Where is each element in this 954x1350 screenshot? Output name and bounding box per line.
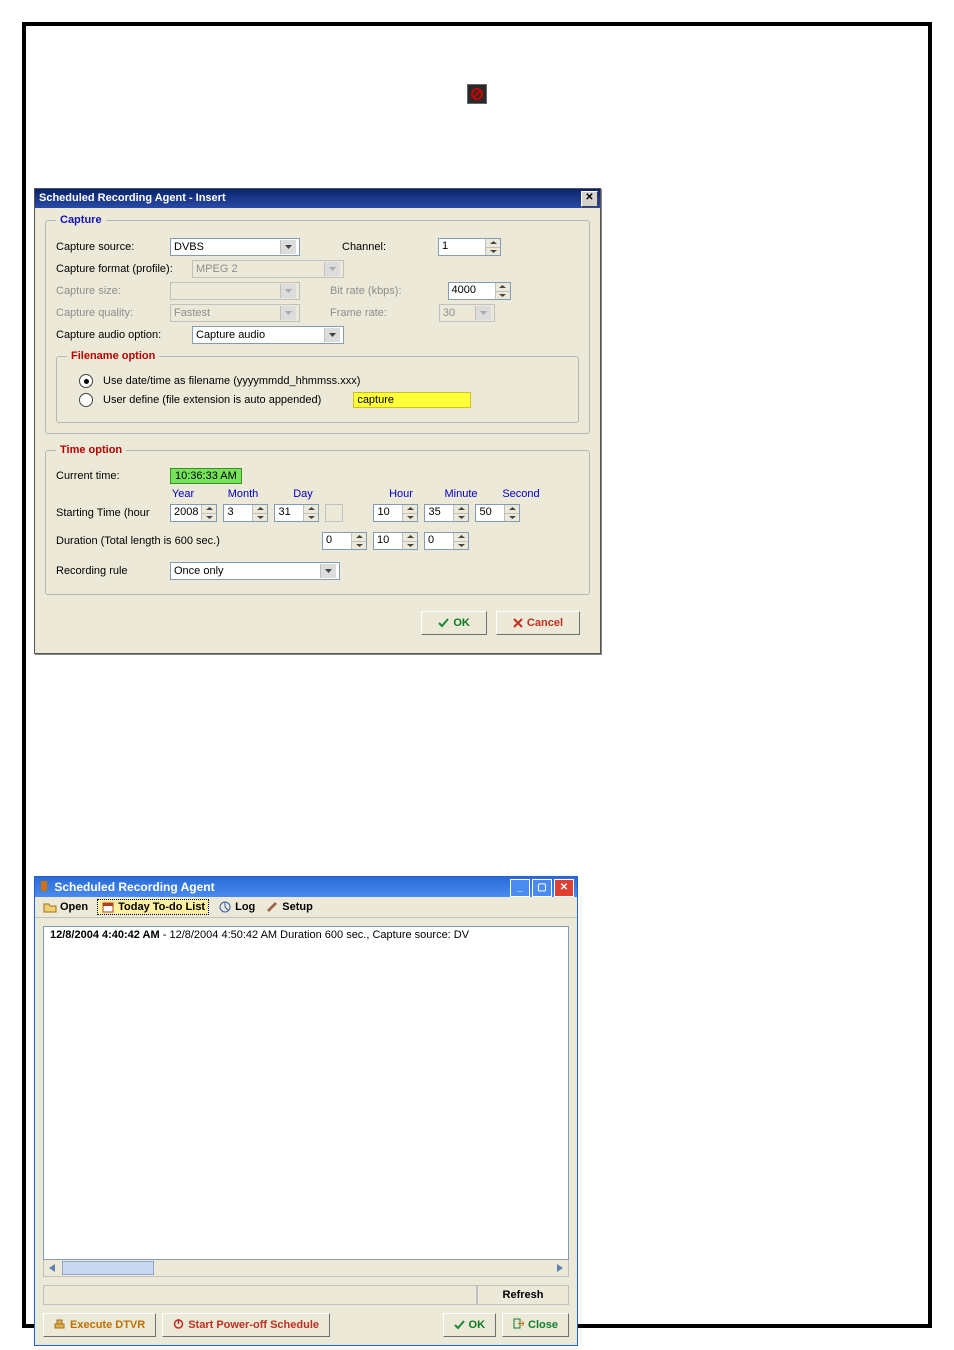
chevron-down-icon bbox=[475, 306, 491, 320]
tb-today[interactable]: Today To-do List bbox=[98, 900, 208, 914]
maximize-icon[interactable]: ▢ bbox=[532, 879, 552, 897]
refresh-button[interactable]: Refresh bbox=[477, 1285, 569, 1305]
ok-button-2[interactable]: OK bbox=[443, 1313, 497, 1337]
tb-open[interactable]: Open bbox=[43, 900, 88, 914]
schedule-list[interactable]: 12/8/2004 4:40:42 AM - 12/8/2004 4:50:42… bbox=[43, 926, 569, 1260]
chevron-down-icon bbox=[280, 306, 296, 320]
capture-size-combo bbox=[170, 282, 300, 300]
time-group: Time option Current time: 10:36:33 AM Ye… bbox=[45, 444, 590, 595]
close-button[interactable]: Close bbox=[502, 1313, 569, 1337]
chevron-down-icon bbox=[280, 284, 296, 298]
capture-quality-label: Capture quality: bbox=[56, 307, 164, 319]
dlg1-titlebar[interactable]: Scheduled Recording Agent - Insert ✕ bbox=[35, 189, 600, 208]
bitrate-spin[interactable]: 4000 bbox=[448, 282, 511, 300]
start-hour-spin[interactable]: 10 bbox=[373, 504, 418, 522]
day-extra bbox=[325, 504, 343, 522]
dlg1-title: Scheduled Recording Agent - Insert bbox=[39, 192, 226, 204]
dlg2-title: Scheduled Recording Agent bbox=[54, 880, 214, 894]
dur-sec-spin[interactable]: 0 bbox=[424, 532, 469, 550]
agent-window: Scheduled Recording Agent _ ▢ ✕ Open Tod… bbox=[34, 876, 578, 1346]
radio-userdefine-label: User define (file extension is auto appe… bbox=[103, 394, 321, 406]
channel-label: Channel: bbox=[342, 241, 386, 253]
status-text bbox=[43, 1285, 477, 1305]
userdefine-filename[interactable]: capture bbox=[353, 392, 471, 408]
chevron-down-icon bbox=[320, 564, 336, 578]
list-item[interactable]: 12/8/2004 4:40:42 AM - 12/8/2004 4:50:42… bbox=[44, 927, 568, 943]
start-poweroff-button[interactable]: Start Power-off Schedule bbox=[162, 1313, 330, 1337]
log-icon bbox=[218, 900, 232, 914]
ok-button[interactable]: OK bbox=[421, 611, 487, 635]
tb-setup[interactable]: Setup bbox=[265, 900, 313, 914]
currenttime-value: 10:36:33 AM bbox=[170, 468, 242, 484]
scroll-right-icon[interactable] bbox=[552, 1260, 568, 1276]
starttime-label: Starting Time (hour bbox=[56, 507, 164, 519]
duration-label: Duration (Total length is 600 sec.) bbox=[56, 535, 316, 547]
power-icon bbox=[173, 1318, 184, 1332]
capture-size-label: Capture size: bbox=[56, 285, 164, 297]
check-icon bbox=[454, 1320, 465, 1330]
start-day-spin[interactable]: 31 bbox=[274, 504, 319, 522]
spin-up-icon[interactable] bbox=[496, 283, 510, 292]
time-header: Year Month Day Hour Minute Second bbox=[160, 488, 579, 500]
chevron-down-icon bbox=[280, 240, 296, 254]
app-icon bbox=[41, 881, 47, 891]
recordingrule-combo[interactable]: Once only bbox=[170, 562, 340, 580]
framerate-label: Frame rate: bbox=[330, 307, 387, 319]
insert-dialog: Scheduled Recording Agent - Insert ✕ Cap… bbox=[34, 188, 601, 654]
spin-up-icon[interactable] bbox=[486, 239, 500, 248]
spin-down-icon[interactable] bbox=[496, 292, 510, 300]
execute-dtvr-button[interactable]: Execute DTVR bbox=[43, 1313, 156, 1337]
spin-down-icon[interactable] bbox=[486, 248, 500, 256]
capture-audio-combo[interactable]: Capture audio bbox=[192, 326, 344, 344]
dlg2-titlebar[interactable]: Scheduled Recording Agent _ ▢ ✕ bbox=[35, 877, 577, 897]
start-year-spin[interactable]: 2008 bbox=[170, 504, 217, 522]
x-icon bbox=[513, 618, 523, 628]
capture-legend: Capture bbox=[56, 214, 106, 226]
capture-quality-combo: Fastest bbox=[170, 304, 300, 322]
setup-icon bbox=[265, 900, 279, 914]
horizontal-scrollbar[interactable] bbox=[43, 1260, 569, 1277]
tray-recorder-icon bbox=[467, 84, 487, 104]
chevron-down-icon bbox=[324, 328, 340, 342]
capture-format-label: Capture format (profile): bbox=[56, 263, 186, 275]
dur-hour-spin[interactable]: 0 bbox=[322, 532, 367, 550]
radio-userdefine[interactable] bbox=[79, 393, 93, 407]
execute-icon bbox=[54, 1319, 66, 1332]
start-month-spin[interactable]: 3 bbox=[223, 504, 268, 522]
currenttime-label: Current time: bbox=[56, 470, 164, 482]
close-icon[interactable]: ✕ bbox=[554, 879, 574, 897]
exit-icon bbox=[513, 1318, 524, 1332]
filename-legend: Filename option bbox=[67, 350, 159, 362]
capture-format-combo: MPEG 2 bbox=[192, 260, 344, 278]
framerate-combo: 30 bbox=[439, 304, 495, 322]
chevron-down-icon bbox=[324, 262, 340, 276]
start-minute-spin[interactable]: 35 bbox=[424, 504, 469, 522]
folder-open-icon bbox=[43, 900, 57, 914]
capture-source-combo[interactable]: DVBS bbox=[170, 238, 300, 256]
start-second-spin[interactable]: 50 bbox=[475, 504, 520, 522]
cancel-button[interactable]: Cancel bbox=[496, 611, 580, 635]
scrollbar-thumb[interactable] bbox=[62, 1261, 154, 1275]
capture-audio-label: Capture audio option: bbox=[56, 329, 186, 341]
recordingrule-label: Recording rule bbox=[56, 565, 164, 577]
capture-source-label: Capture source: bbox=[56, 241, 164, 253]
scroll-left-icon[interactable] bbox=[44, 1260, 60, 1276]
tb-log[interactable]: Log bbox=[218, 900, 255, 914]
check-icon bbox=[438, 618, 449, 628]
statusbar: Refresh bbox=[43, 1285, 569, 1305]
close-icon[interactable]: ✕ bbox=[581, 191, 598, 207]
radio-datetime-label: Use date/time as filename (yyyymmdd_hhmm… bbox=[103, 375, 360, 387]
channel-spin[interactable]: 1 bbox=[438, 238, 501, 256]
time-legend: Time option bbox=[56, 444, 126, 456]
bitrate-label: Bit rate (kbps): bbox=[330, 285, 402, 297]
minimize-icon[interactable]: _ bbox=[510, 879, 530, 897]
capture-group: Capture Capture source: DVBS Channel: 1 bbox=[45, 214, 590, 434]
toolbar: Open Today To-do List Log Setup bbox=[35, 897, 577, 918]
filename-group: Filename option Use date/time as filenam… bbox=[56, 350, 579, 423]
radio-datetime[interactable] bbox=[79, 374, 93, 388]
dur-min-spin[interactable]: 10 bbox=[373, 532, 418, 550]
calendar-icon bbox=[101, 900, 115, 914]
